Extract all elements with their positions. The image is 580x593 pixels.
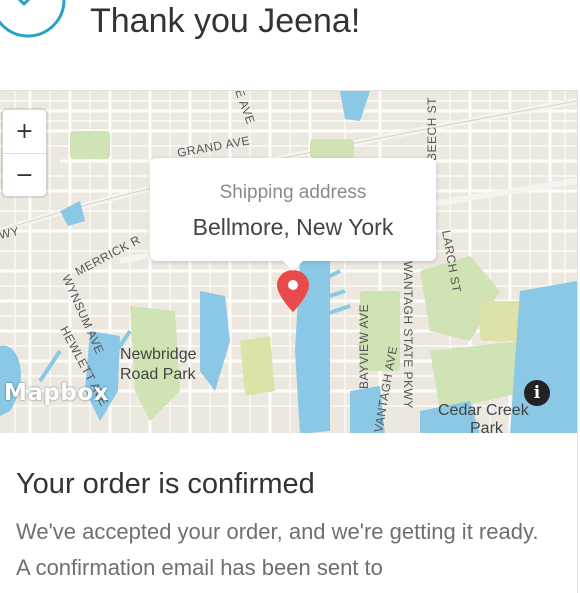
zoom-in-button[interactable]: +	[3, 110, 46, 153]
order-confirmation-text: We've accepted your order, and we're get…	[16, 519, 539, 580]
park-label-newbridge-2: Road Park	[120, 366, 197, 383]
map-pin-icon[interactable]	[277, 270, 309, 312]
shipping-address-popup: Shipping address Bellmore, New York	[150, 158, 436, 271]
info-icon[interactable]: i	[524, 380, 550, 406]
check-circle-icon	[0, 0, 66, 38]
header: Thank you Jeena!	[0, 0, 580, 88]
park-label-cedar-creek-2: Park	[470, 420, 504, 434]
zoom-control: + −	[3, 110, 46, 196]
park-label-cedar-creek-1: Cedar Creek	[438, 402, 530, 419]
page-title: Thank you Jeena!	[90, 2, 361, 40]
mapbox-logo[interactable]: Mapbox	[4, 380, 109, 406]
order-confirmed-title: Your order is confirmed	[16, 468, 315, 500]
popup-label: Shipping address	[219, 182, 367, 203]
popup-address: Bellmore, New York	[192, 214, 394, 240]
street-label-bayview-ave: BAYVIEW AVE	[357, 304, 371, 389]
zoom-out-button[interactable]: −	[3, 153, 46, 197]
park-label-newbridge-1: Newbridge	[120, 346, 197, 363]
street-label-wantagh-state-pkwy: WANTAGH STATE PKWY	[401, 261, 415, 409]
street-label-beech-st: BEECH ST	[425, 97, 439, 161]
